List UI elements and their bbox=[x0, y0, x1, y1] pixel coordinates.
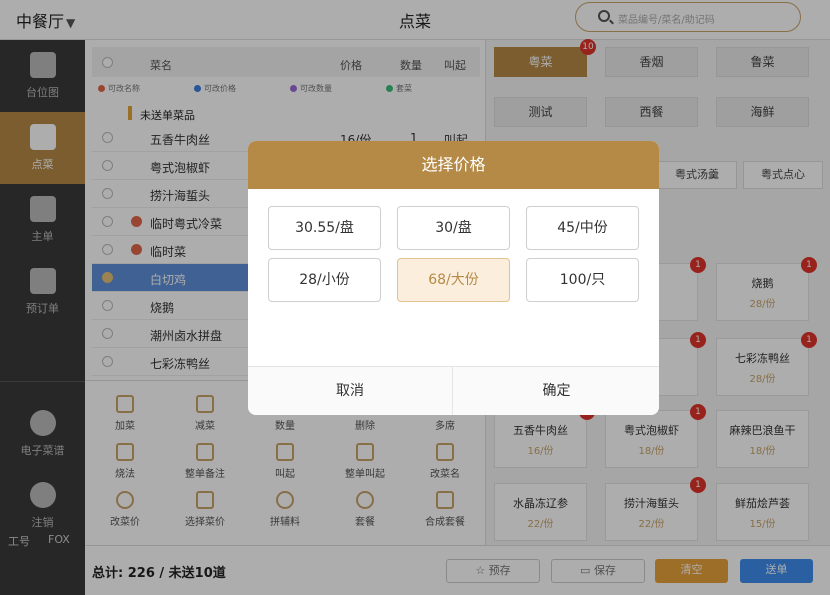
price-option[interactable]: 45/中份 bbox=[526, 206, 639, 250]
select-price-dialog: 选择价格 30.55/盘 30/盘 45/中份 28/小份 68/大份 100/… bbox=[248, 141, 659, 415]
price-option[interactable]: 100/只 bbox=[526, 258, 639, 302]
dialog-title: 选择价格 bbox=[248, 141, 659, 189]
confirm-button[interactable]: 确定 bbox=[454, 367, 659, 415]
dialog-footer: 取消 确定 bbox=[248, 366, 659, 415]
price-option[interactable]: 30/盘 bbox=[397, 206, 510, 250]
price-option[interactable]: 28/小份 bbox=[268, 258, 381, 302]
cancel-button[interactable]: 取消 bbox=[248, 367, 453, 415]
price-option[interactable]: 30.55/盘 bbox=[268, 206, 381, 250]
price-option-selected[interactable]: 68/大份 bbox=[397, 258, 510, 302]
